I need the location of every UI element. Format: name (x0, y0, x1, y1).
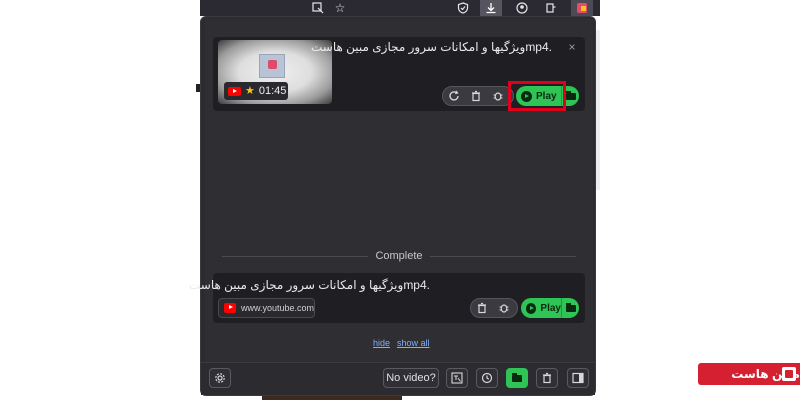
retry-icon[interactable] (443, 87, 465, 105)
shield-icon[interactable] (452, 0, 474, 16)
thumbnail-image (259, 54, 285, 78)
download-title: .mp4ویژگیها و امکانات سرور مجازی مبین ها… (310, 40, 552, 54)
brand-mark-icon (782, 367, 796, 381)
gear-icon (215, 373, 225, 383)
youtube-icon (224, 303, 236, 313)
settings-button[interactable] (209, 368, 231, 388)
divider (222, 256, 368, 257)
star-icon: ★ (245, 84, 255, 97)
play-button[interactable]: Play (521, 298, 561, 318)
sidebar-toggle-button[interactable] (567, 368, 589, 388)
translate-icon (451, 372, 463, 384)
play-label: Play (540, 302, 561, 314)
duration-text: 01:45 (258, 85, 287, 97)
trash-icon[interactable] (465, 87, 487, 105)
divider (430, 256, 576, 257)
account-icon[interactable] (511, 0, 533, 16)
history-button[interactable] (476, 368, 498, 388)
bug-icon[interactable] (493, 299, 515, 317)
show-all-link[interactable]: show all (397, 338, 430, 348)
bug-icon[interactable] (487, 87, 509, 105)
page-background (262, 396, 402, 400)
sidebar-icon (572, 372, 584, 384)
hide-link[interactable]: hide (373, 338, 390, 348)
extension-logo-icon[interactable] (571, 0, 593, 16)
highlight-box (508, 81, 566, 111)
item-actions (442, 86, 514, 106)
brand-logo: مبین هاست (698, 363, 800, 385)
folder-icon (565, 90, 576, 100)
folder-icon (565, 302, 576, 312)
download-icon[interactable] (480, 0, 502, 16)
item-actions (470, 298, 518, 318)
clock-icon (481, 372, 493, 384)
no-video-button[interactable]: No video? (383, 368, 439, 388)
close-icon[interactable]: × (565, 40, 579, 54)
source-text: www.youtube.com (240, 303, 314, 313)
complete-label: Complete (375, 250, 423, 262)
star-icon[interactable]: ☆ (329, 0, 351, 16)
youtube-icon (228, 86, 241, 96)
open-downloads-folder-button[interactable] (506, 368, 528, 388)
screenshot-icon[interactable] (307, 0, 329, 16)
source-link[interactable]: www.youtube.com (218, 298, 315, 318)
extensions-icon[interactable] (540, 0, 562, 16)
play-icon (526, 302, 537, 314)
page-background (596, 30, 600, 190)
folder-icon (512, 372, 522, 382)
clear-all-button[interactable] (536, 368, 558, 388)
translate-button[interactable] (446, 368, 468, 388)
trash-icon (543, 372, 551, 384)
download-title: .mp4ویژگیها و امکانات سرور مجازی مبین ها… (188, 278, 430, 292)
trash-icon[interactable] (471, 299, 493, 317)
duration-badge: ★ 01:45 (224, 82, 288, 100)
